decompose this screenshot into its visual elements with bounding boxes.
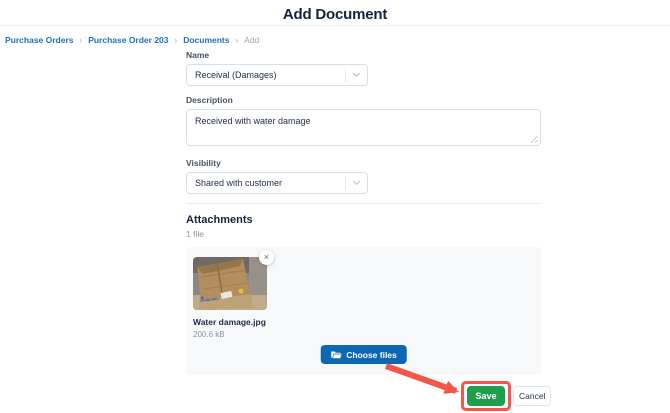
breadcrumb-documents[interactable]: Documents	[183, 35, 229, 45]
visibility-select-value: Shared with customer	[195, 178, 283, 188]
breadcrumb: Purchase Orders › Purchase Order 203 › D…	[5, 35, 259, 45]
breadcrumb-separator-icon: ›	[79, 35, 83, 45]
name-field: Name Receival (Damages)	[186, 50, 541, 86]
add-document-page: Add Document Purchase Orders › Purchase …	[0, 0, 670, 413]
visibility-label: Visibility	[186, 158, 221, 168]
attachments-heading: Attachments	[186, 214, 253, 226]
attachment-card: × Water damage.jpg 200.6 kB	[193, 250, 274, 339]
save-button[interactable]: Save	[467, 386, 505, 406]
resize-handle-icon[interactable]	[531, 136, 538, 143]
chevron-down-icon	[346, 69, 367, 78]
cancel-button[interactable]: Cancel	[513, 386, 552, 406]
folder-open-icon	[330, 351, 342, 359]
name-select[interactable]: Receival (Damages)	[186, 64, 368, 86]
description-label: Description	[186, 95, 233, 105]
description-textarea[interactable]: Received with water damage	[186, 109, 541, 146]
attachment-filename: Water damage.jpg	[193, 317, 266, 327]
choose-files-label: Choose files	[346, 349, 397, 360]
add-document-form: Name Receival (Damages) Description Rece…	[186, 50, 541, 375]
page-title: Add Document	[282, 6, 388, 23]
attachments-count: 1 file	[186, 229, 204, 239]
description-value: Received with water damage	[195, 116, 311, 126]
breadcrumb-purchase-orders[interactable]: Purchase Orders	[5, 35, 74, 45]
attachment-thumbnail: ×	[193, 250, 274, 310]
description-field: Description Received with water damage	[186, 95, 541, 146]
breadcrumb-current-add: Add	[244, 35, 260, 45]
section-divider	[186, 203, 541, 204]
annotation-highlight-box: Save	[461, 381, 511, 411]
choose-files-button[interactable]: Choose files	[320, 345, 407, 364]
attachment-filesize: 200.6 kB	[193, 330, 225, 339]
name-select-value: Receival (Damages)	[195, 70, 277, 80]
visibility-field: Visibility Shared with customer	[186, 158, 541, 194]
water-damage-photo	[193, 257, 267, 310]
name-label: Name	[186, 50, 210, 60]
chevron-down-icon	[346, 177, 367, 186]
breadcrumb-separator-icon: ›	[235, 35, 239, 45]
breadcrumb-separator-icon: ›	[174, 35, 178, 45]
page-header: Add Document	[0, 0, 670, 26]
attachments-panel: × Water damage.jpg 200.6 kB Choose files	[186, 247, 541, 375]
close-icon[interactable]: ×	[259, 250, 274, 265]
breadcrumb-purchase-order-203[interactable]: Purchase Order 203	[88, 35, 168, 45]
visibility-select[interactable]: Shared with customer	[186, 172, 368, 194]
